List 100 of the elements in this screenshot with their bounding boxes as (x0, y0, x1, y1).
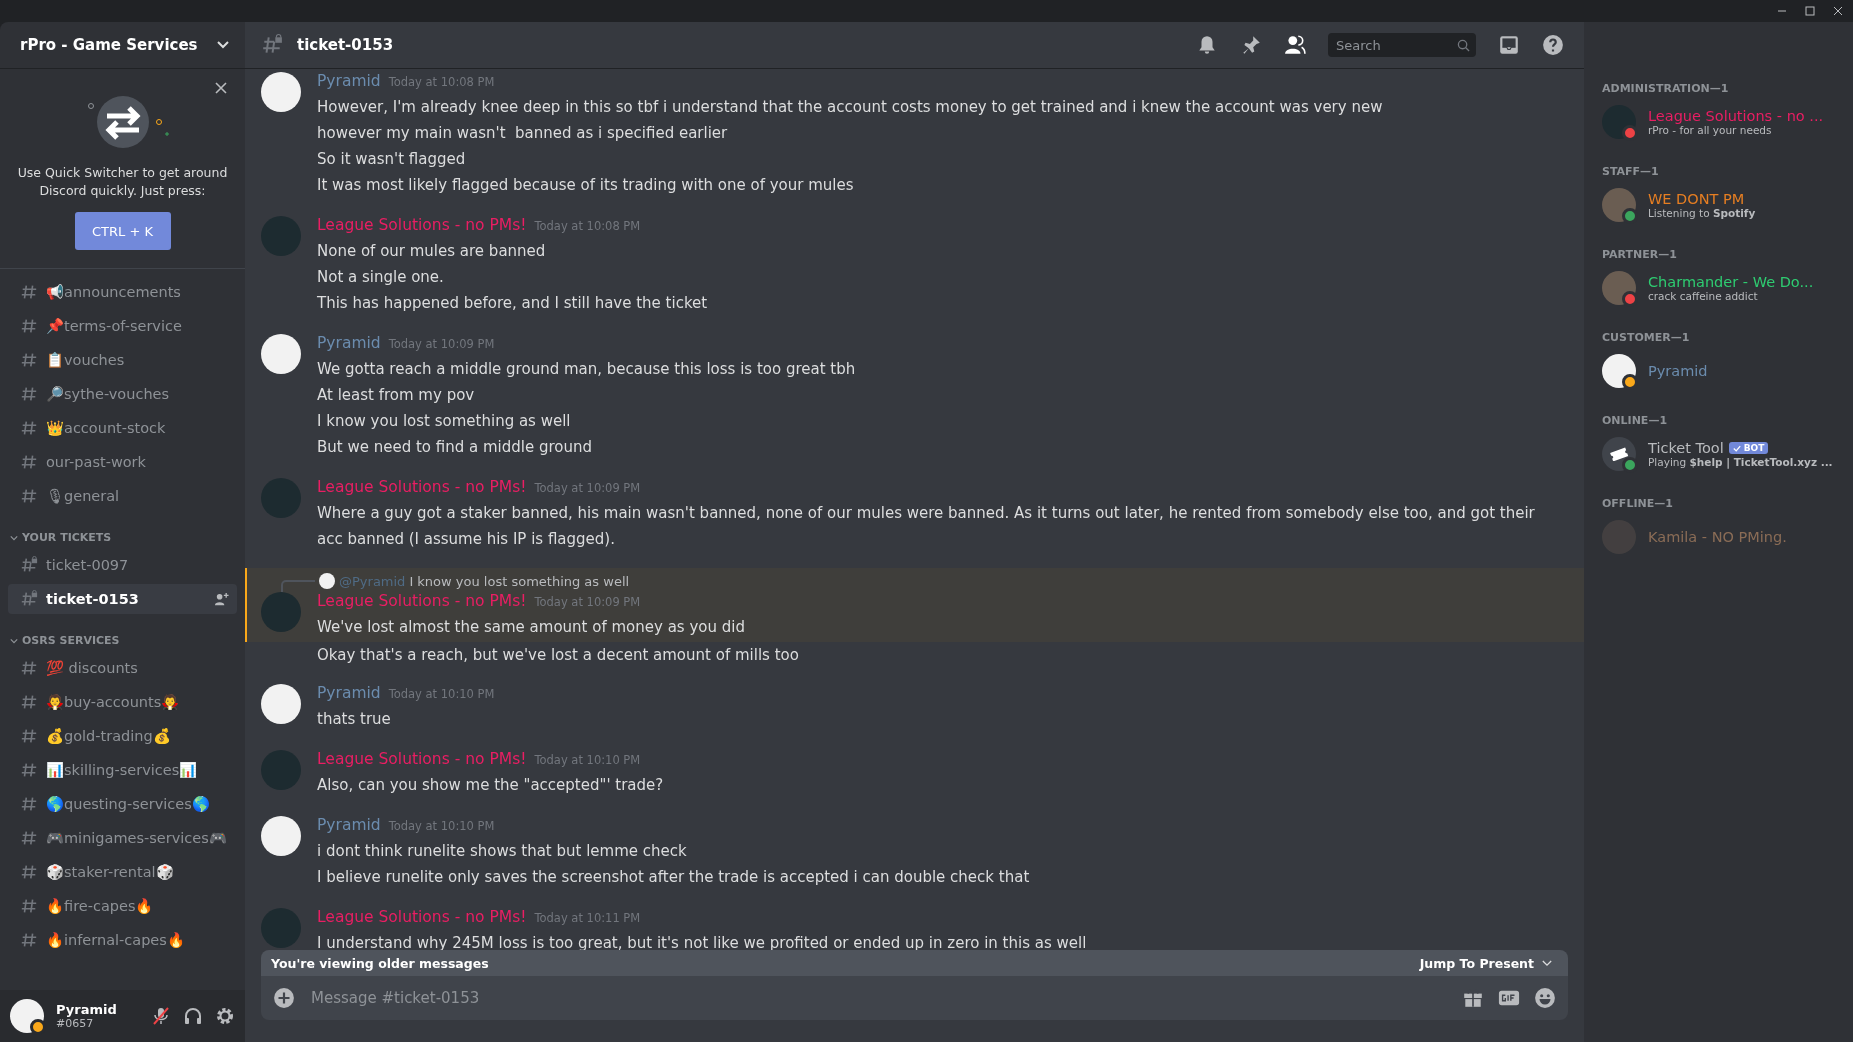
check-icon (1732, 444, 1741, 452)
message-author[interactable]: Pyramid (317, 684, 381, 702)
channel-name: 🔥fire-capes🔥 (46, 897, 155, 915)
channel-name: 📢announcements (46, 283, 182, 301)
add-member-icon[interactable] (214, 591, 229, 607)
message-author[interactable]: League Solutions - no PMs! (317, 908, 527, 926)
message-text: Where a guy got a staker banned, his main wasn't banned, none of our mules were banned. As it turns out later, he rented from somebody else too, and got their acc banned (I assume his IP is flagged). (317, 503, 1536, 550)
search-field[interactable]: Search (1328, 33, 1476, 57)
member-name: Kamila - NO PMing. (1648, 529, 1787, 545)
channel-item[interactable]: 🌎questing-services🌎 (8, 789, 237, 819)
channel-name: ticket-0097 (46, 557, 130, 573)
message-timestamp: Today at 10:10 PM (534, 753, 641, 767)
jump-to-present-button[interactable]: Jump To Present (1413, 954, 1558, 972)
channel-item[interactable]: 📊skilling-services📊 (8, 755, 237, 785)
members-icon[interactable] (1284, 34, 1306, 56)
message-author[interactable]: League Solutions - no PMs! (317, 478, 527, 496)
bell-icon[interactable] (1196, 34, 1218, 56)
channel-title: ticket-0153 (297, 36, 394, 54)
channel-name: 📌terms-of-service (46, 317, 183, 335)
username: Pyramid (56, 1002, 118, 1017)
channel-item[interactable]: 👑account-stock (8, 413, 237, 443)
member-group-title: ONLINE—1 (1602, 414, 1669, 427)
channel-name: 📋vouches (46, 351, 126, 369)
headphones-icon[interactable] (183, 1006, 203, 1026)
member-item[interactable]: Kamila - NO PMing. (1602, 514, 1845, 560)
user-avatar[interactable] (261, 684, 301, 724)
close-icon[interactable] (1833, 6, 1843, 16)
channel-item[interactable]: 🎮minigames-services🎮 (8, 823, 237, 853)
server-header[interactable]: rPro - Game Services (0, 22, 245, 68)
channel-item[interactable]: 💯 discounts (8, 653, 237, 683)
channel-item[interactable]: ticket-0097 (8, 550, 237, 580)
channel-item[interactable]: 📢announcements (8, 277, 237, 307)
message-author[interactable]: Pyramid (317, 72, 381, 90)
message-text: However, I'm already knee deep in this so tbf i understand that the account costs money to get trained and i knew the account was very new (317, 97, 1384, 118)
member-item[interactable]: Charmander - We Do... crack caffeine addict (1602, 265, 1845, 311)
message-input[interactable]: Message #ticket-0153 (309, 988, 1448, 1008)
message-text: Okay that's a reach, but we've lost a decent amount of mills too (316, 645, 800, 666)
message-text: At least from my pov (317, 385, 476, 406)
hash-icon (20, 863, 38, 881)
message-text: I know you lost something as well (317, 411, 572, 432)
message-timestamp: Today at 10:11 PM (534, 911, 641, 925)
category-header[interactable]: YOUR TICKETS (8, 515, 237, 550)
hash-icon (20, 283, 38, 301)
member-group-title: OFFLINE—1 (1602, 497, 1674, 510)
channel-item[interactable]: 🔥fire-capes🔥 (8, 891, 237, 921)
hash-icon (20, 351, 38, 369)
user-avatar[interactable] (261, 72, 301, 112)
channel-item[interactable]: 🔎sythe-vouches (8, 379, 237, 409)
search-input[interactable]: Search (1334, 36, 1457, 54)
channel-name: 👑account-stock (46, 419, 167, 437)
help-icon[interactable] (1542, 34, 1564, 56)
channel-item[interactable]: 💰gold-trading💰 (8, 721, 237, 751)
member-activity: Listening to Spotify (1648, 207, 1756, 219)
hash-icon (20, 419, 38, 437)
emoji-icon[interactable] (1534, 987, 1556, 1009)
member-name: League Solutions - no ... (1648, 108, 1824, 124)
member-item[interactable]: WE DONT PM Listening to Spotify (1602, 182, 1845, 228)
message-author[interactable]: Pyramid (317, 334, 381, 352)
message-author[interactable]: League Solutions - no PMs! (317, 750, 527, 768)
hash-icon (20, 487, 38, 505)
message-field[interactable]: Message #ticket-0153 (261, 976, 1568, 1020)
channel-item[interactable]: 📌terms-of-service (8, 311, 237, 341)
category-header[interactable]: OSRS SERVICES (8, 618, 237, 653)
member-item[interactable]: League Solutions - no ... rPro - for all your needs (1602, 99, 1845, 145)
message-author[interactable]: Pyramid (317, 816, 381, 834)
reply-avatar (319, 573, 335, 589)
message-text: I believe runelite only saves the screenshot after the trade is accepted i can double check that (317, 867, 1031, 888)
user-avatar[interactable] (261, 334, 301, 374)
hash-icon (20, 761, 38, 779)
channel-item[interactable]: 🧛buy-accounts🧛 (8, 687, 237, 717)
member-item[interactable]: Ticket Tool BOT Playing $help | TicketTool.xyz ... (1602, 431, 1845, 477)
maximize-icon[interactable] (1805, 6, 1815, 16)
message-text: None of our mules are banned (317, 241, 547, 262)
reply-text: I know you lost something as well (409, 573, 630, 589)
user-tag: #0657 (56, 1017, 139, 1030)
member-group-title: ADMINISTRATION—1 (1602, 82, 1730, 95)
channel-name: 🔥infernal-capes🔥 (46, 931, 186, 949)
inbox-icon[interactable] (1498, 34, 1520, 56)
channel-name: our-past-work (46, 454, 147, 470)
hash-icon (20, 385, 38, 403)
user-avatar[interactable] (261, 816, 301, 856)
channel-item[interactable]: 🎲staker-rental🎲 (8, 857, 237, 887)
channel-item[interactable]: 🔥infernal-capes🔥 (8, 925, 237, 955)
add-icon[interactable] (273, 987, 295, 1009)
channel-item[interactable]: our-past-work (8, 447, 237, 477)
channel-item[interactable]: ticket-0153 (8, 584, 237, 614)
member-group-title: CUSTOMER—1 (1602, 331, 1691, 344)
member-name: WE DONT PM (1648, 191, 1745, 207)
channel-item[interactable]: 📋vouches (8, 345, 237, 375)
shortcut-button[interactable]: CTRL + K (74, 212, 171, 250)
muted-microphone-icon[interactable] (151, 1006, 171, 1026)
message-author[interactable]: League Solutions - no PMs! (317, 592, 527, 610)
member-item[interactable]: Pyramid (1602, 348, 1845, 394)
settings-icon[interactable] (215, 1006, 235, 1026)
channel-item[interactable]: 🎙general (8, 481, 237, 511)
hash-icon (20, 897, 38, 915)
close-icon[interactable] (215, 82, 227, 94)
message-author[interactable]: League Solutions - no PMs! (317, 216, 527, 234)
locked-hash-icon (20, 590, 38, 608)
hash-icon (20, 453, 38, 471)
